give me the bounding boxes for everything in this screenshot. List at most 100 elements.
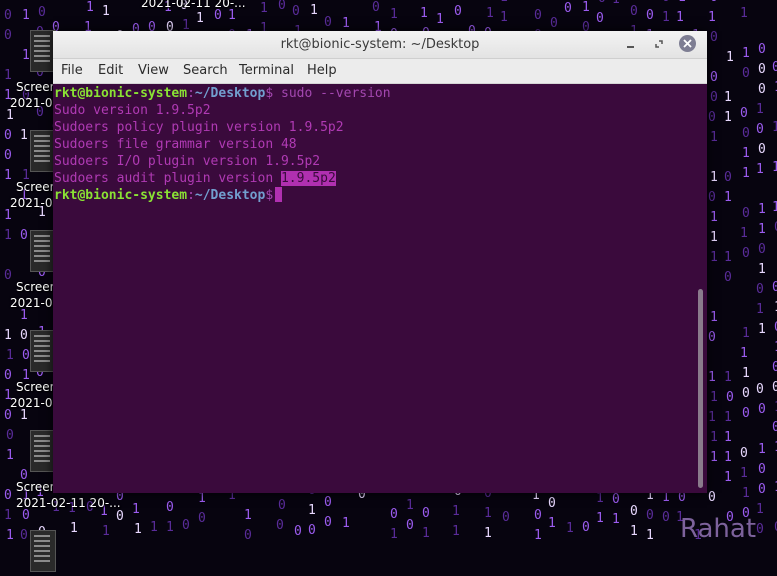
menu-bar: File Edit View Search Terminal Help (53, 59, 707, 84)
matrix-glyph: 1 (102, 524, 110, 539)
minimize-icon[interactable] (623, 36, 639, 52)
matrix-glyph: 0 (534, 8, 542, 23)
maximize-icon[interactable] (651, 36, 667, 52)
scrollbar-thumb[interactable] (698, 289, 703, 488)
matrix-glyph: 1 (486, 6, 494, 21)
matrix-glyph: 1 (500, 0, 508, 5)
prompt-line: rkt@bionic-system:~/Desktop$ (54, 187, 283, 204)
desktop-icon-label[interactable]: 2021-0 (10, 196, 53, 210)
matrix-glyph: 1 (596, 511, 604, 526)
menu-edit[interactable]: Edit (98, 63, 123, 78)
matrix-glyph: 0 (4, 408, 12, 423)
matrix-glyph: 1 (710, 130, 718, 145)
desktop-icon-label[interactable]: Screer (16, 380, 55, 394)
matrix-glyph: 0 (662, 0, 670, 5)
menu-file[interactable]: File (61, 63, 83, 78)
matrix-glyph: 1 (756, 102, 764, 117)
desktop-icon-label[interactable]: Screer (16, 80, 55, 94)
desktop-icon-label[interactable]: Screer (16, 180, 55, 194)
matrix-glyph: 0 (708, 490, 716, 505)
desktop-icon-label[interactable]: 2021-0 (10, 96, 53, 110)
matrix-glyph: 1 (756, 162, 764, 177)
matrix-glyph: 0 (710, 70, 718, 85)
desktop-icon-label[interactable]: 2021-0 (10, 396, 53, 410)
menu-search[interactable]: Search (183, 63, 228, 78)
matrix-glyph: 1 (758, 202, 766, 217)
selected-text[interactable]: 1.9.5p2 (280, 171, 336, 186)
matrix-glyph: 1 (484, 526, 492, 541)
prompt-separator: : (187, 86, 195, 101)
prompt-path: ~/Desktop (194, 188, 266, 203)
matrix-glyph: 1 (244, 508, 252, 523)
scrollbar[interactable] (697, 84, 705, 493)
matrix-glyph: 1 (740, 466, 748, 481)
matrix-glyph: 1 (422, 526, 430, 541)
matrix-glyph: 0 (372, 0, 380, 15)
desktop-icon-label-top[interactable]: 2021-02-11 20-... (141, 0, 246, 10)
matrix-glyph: 1 (612, 0, 620, 7)
matrix-glyph: 1 (772, 120, 777, 135)
matrix-glyph: 1 (6, 448, 14, 463)
watermark-text: Rahat (680, 514, 757, 544)
desktop-file-icon[interactable] (22, 530, 62, 576)
matrix-glyph: 1 (486, 0, 494, 1)
matrix-glyph: 1 (198, 491, 206, 506)
matrix-glyph: 0 (4, 368, 12, 383)
matrix-glyph: 1 (596, 491, 604, 506)
output-line: Sudoers file grammar version 48 (54, 137, 297, 152)
matrix-glyph: 1 (724, 90, 732, 105)
matrix-glyph: 0 (724, 170, 732, 185)
matrix-glyph: 1 (724, 250, 732, 265)
window-titlebar[interactable]: rkt@bionic-system: ~/Desktop (53, 31, 707, 59)
desktop-icon-label[interactable]: 2021-02-11 20-... (16, 496, 121, 510)
matrix-glyph: 1 (4, 0, 12, 3)
matrix-glyph: 0 (278, 0, 286, 13)
matrix-glyph: 1 (710, 230, 718, 245)
matrix-glyph: 1 (708, 410, 716, 425)
matrix-glyph: 1 (740, 6, 748, 21)
matrix-glyph: 1 (406, 498, 414, 513)
prompt-path: ~/Desktop (194, 86, 266, 101)
menu-view[interactable]: View (138, 63, 169, 78)
close-icon[interactable] (679, 35, 696, 52)
matrix-glyph: 1 (742, 326, 750, 341)
matrix-glyph: 0 (278, 498, 286, 513)
matrix-glyph: 0 (756, 382, 764, 397)
matrix-glyph: 0 (548, 496, 556, 511)
menu-help[interactable]: Help (307, 63, 337, 78)
prompt-user: rkt@bionic-system (54, 86, 188, 101)
matrix-glyph: 1 (566, 521, 574, 536)
matrix-glyph: 0 (742, 406, 750, 421)
matrix-glyph: 1 (740, 346, 748, 361)
matrix-glyph: 1 (756, 502, 764, 517)
output-text: Sudoers audit plugin version (54, 171, 281, 186)
matrix-glyph: 0 (758, 142, 766, 157)
output-line: Sudo version 1.9.5p2 (54, 103, 211, 118)
matrix-glyph: 1 (772, 200, 777, 215)
matrix-glyph: 1 (724, 190, 732, 205)
menu-terminal[interactable]: Terminal (239, 63, 294, 78)
matrix-glyph: 0 (502, 510, 510, 525)
matrix-glyph: 0 (598, 0, 606, 6)
matrix-glyph: 1 (724, 470, 732, 485)
matrix-glyph: 1 (196, 11, 204, 26)
matrix-glyph: 1 (742, 166, 750, 181)
matrix-glyph: 0 (630, 504, 638, 519)
matrix-glyph: 1 (6, 348, 14, 363)
matrix-glyph: 1 (676, 10, 684, 25)
matrix-glyph: 1 (758, 442, 766, 457)
matrix-glyph: 1 (308, 503, 316, 518)
matrix-glyph: 1 (646, 528, 654, 541)
matrix-glyph: 0 (742, 206, 750, 221)
desktop-icon-label[interactable]: Screer (16, 280, 55, 294)
terminal-window[interactable]: rkt@bionic-system: ~/Desktop File Edit V… (53, 31, 707, 493)
matrix-glyph: 1 (102, 4, 110, 19)
matrix-glyph: 0 (214, 8, 222, 23)
desktop-icon-label[interactable]: Screer (16, 480, 55, 494)
matrix-glyph: 1 (740, 226, 748, 241)
desktop-icon-label[interactable]: 2021-0 (10, 296, 53, 310)
matrix-glyph: 0 (772, 380, 777, 395)
terminal-output-area[interactable]: rkt@bionic-system:~/Desktop$ sudo --vers… (53, 84, 707, 493)
matrix-glyph: 1 (710, 450, 718, 465)
output-line: Sudoers audit plugin version 1.9.5p2 (54, 170, 336, 187)
